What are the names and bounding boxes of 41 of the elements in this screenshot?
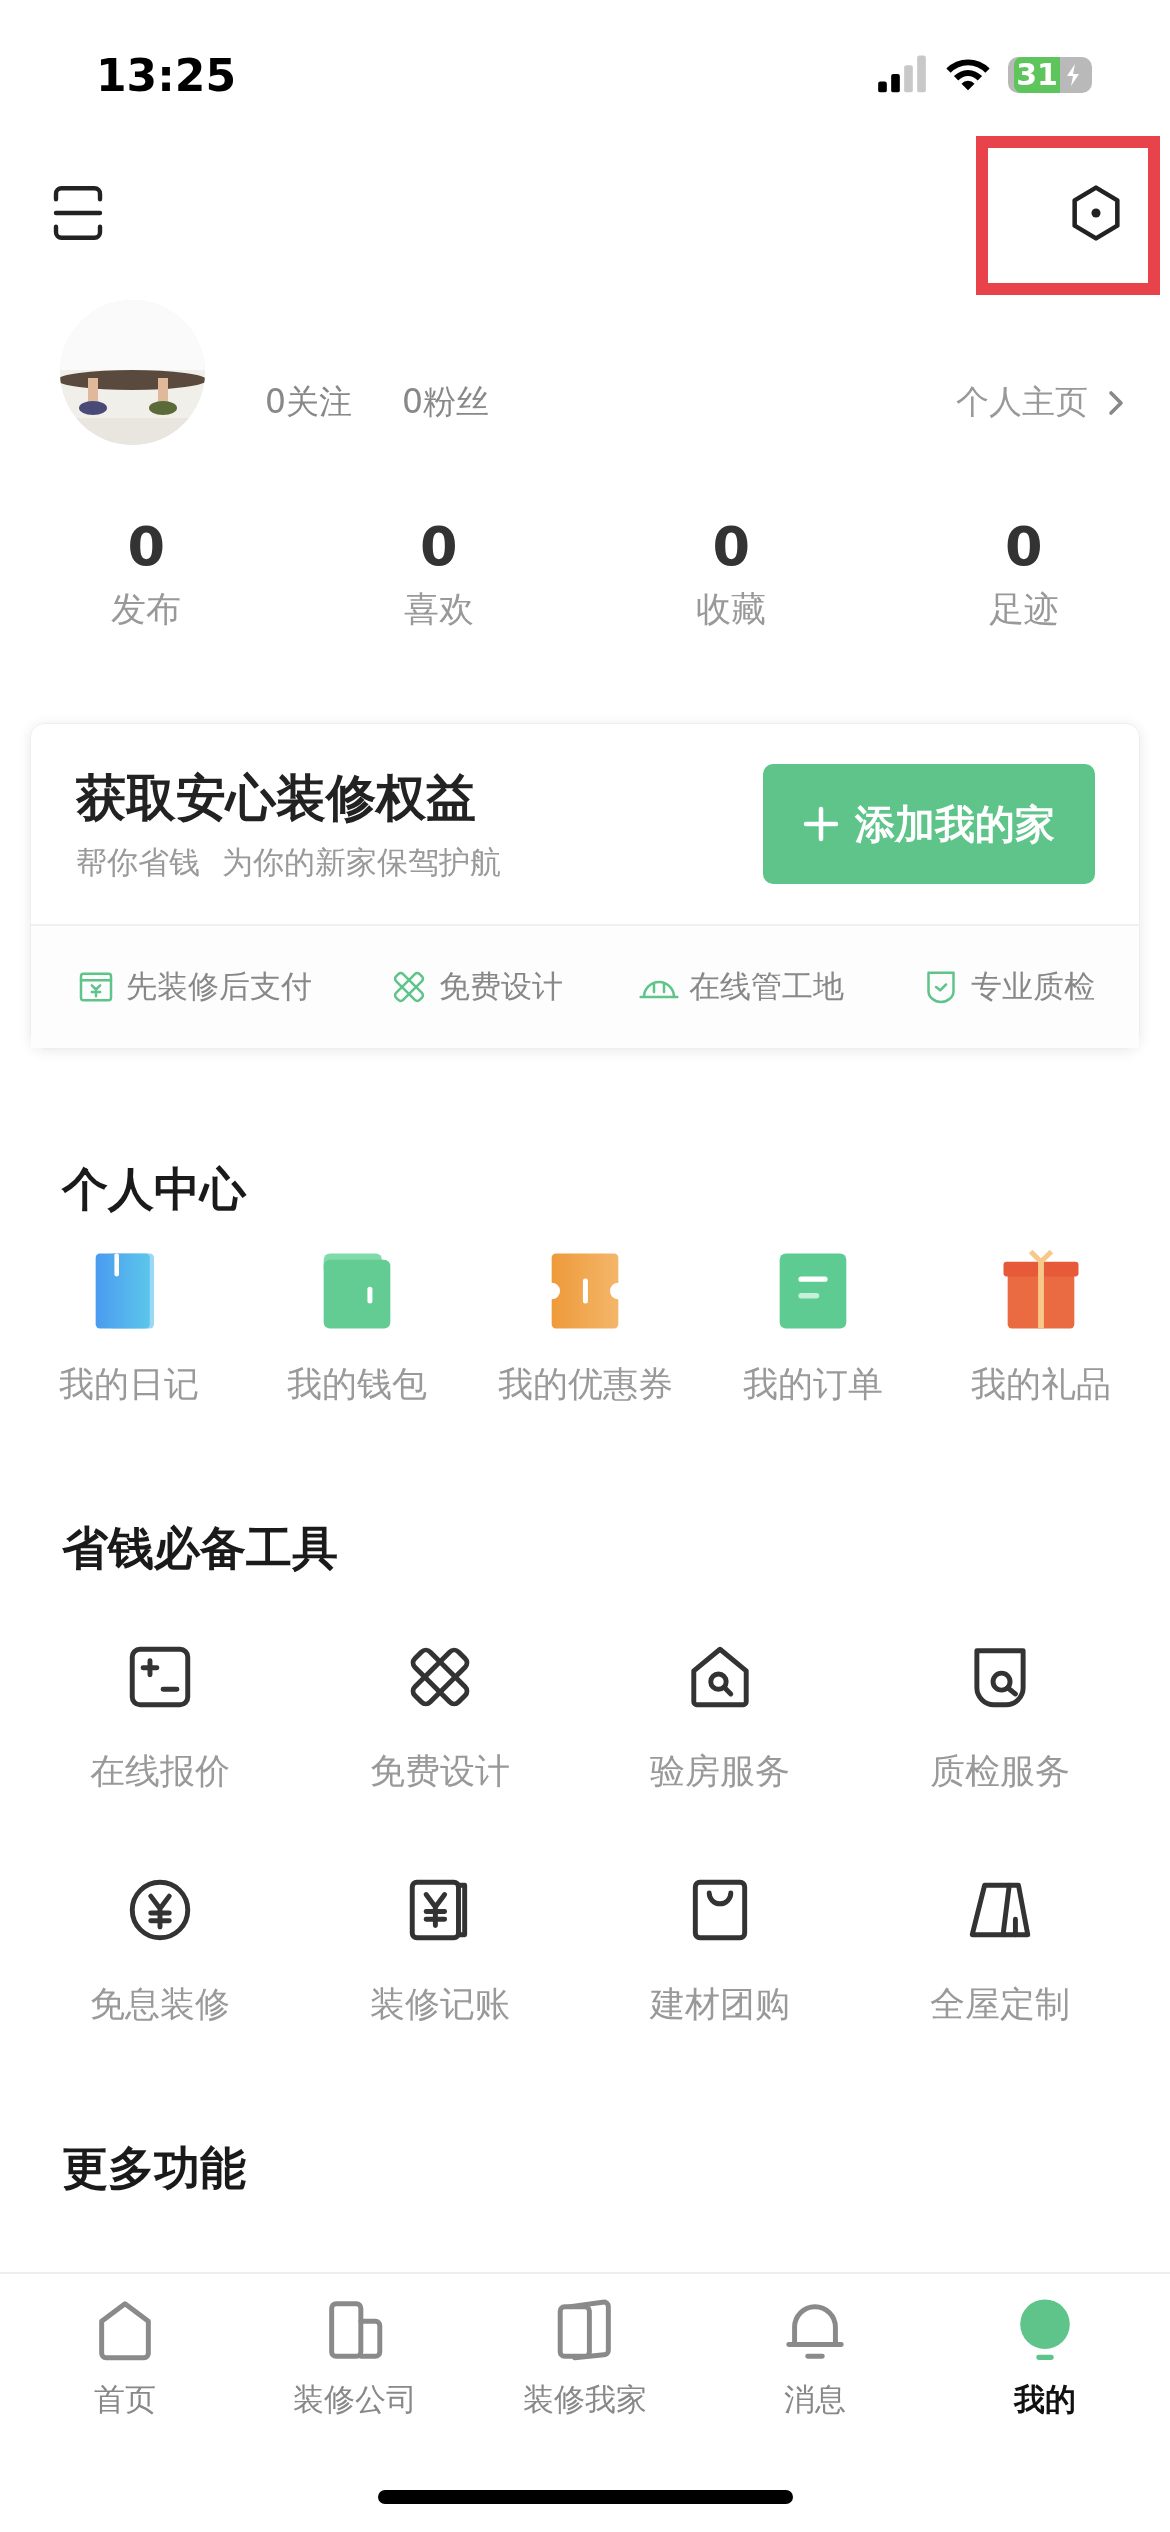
tab-item[interactable]: 消息 — [700, 2294, 930, 2444]
tab-item[interactable]: 装修我家 — [470, 2294, 700, 2444]
card-title: 获取安心装修权益 — [76, 767, 477, 829]
menu-item[interactable]: 我的优惠券 — [471, 1241, 699, 1408]
stat-label[interactable]: 发布 — [111, 586, 182, 633]
stat-label[interactable]: 足迹 — [988, 586, 1059, 633]
stat-value[interactable]: 0 — [419, 515, 458, 578]
battery-level: 31 — [1014, 57, 1060, 93]
status-time: 13:25 — [96, 49, 237, 101]
feature-label: 在线管工地 — [689, 967, 845, 1006]
tab-item[interactable]: 首页 — [10, 2294, 240, 2444]
stat-label[interactable]: 收藏 — [696, 586, 767, 633]
menu-item[interactable]: 我的订单 — [699, 1241, 927, 1408]
tool-item[interactable]: 装修记账 — [300, 1873, 580, 2028]
add-home-button[interactable]: 添加我的家 — [763, 764, 1095, 884]
tool-item[interactable]: 建材团购 — [580, 1873, 860, 2028]
menu-item[interactable]: 我的日记 — [15, 1241, 243, 1408]
stat-label[interactable]: 喜欢 — [403, 586, 474, 633]
homepage-link[interactable]: 个人主页 — [956, 380, 1130, 425]
section-title: 更多功能 — [61, 2140, 247, 2197]
tab-item[interactable]: 我的 — [930, 2294, 1160, 2444]
followers-count[interactable]: 0粉丝 — [402, 380, 489, 425]
stat-value[interactable]: 0 — [1004, 515, 1043, 578]
tool-item[interactable]: 全屋定制 — [860, 1873, 1140, 2028]
section-title: 省钱必备工具 — [61, 1520, 339, 1577]
stat-value[interactable]: 0 — [127, 515, 166, 578]
following-count[interactable]: 0关注 — [265, 380, 352, 425]
feature-label: 免费设计 — [438, 967, 563, 1006]
tool-item[interactable]: 免息装修 — [20, 1873, 300, 2028]
feature-label: 先装修后支付 — [126, 967, 312, 1006]
menu-item[interactable]: 我的礼品 — [927, 1241, 1155, 1408]
stat-value[interactable]: 0 — [712, 515, 751, 578]
card-subtitle: 帮你省钱 为你的新家保驾护航 — [76, 842, 502, 882]
tool-item[interactable]: 免费设计 — [300, 1640, 580, 1795]
tool-item[interactable]: 质检服务 — [860, 1640, 1140, 1795]
section-title: 个人中心 — [60, 1161, 248, 1218]
tab-item[interactable]: 装修公司 — [240, 2294, 470, 2444]
tool-item[interactable]: 验房服务 — [580, 1640, 860, 1795]
menu-item[interactable]: 我的钱包 — [243, 1241, 471, 1408]
feature-label: 专业质检 — [970, 967, 1095, 1006]
tool-item[interactable]: 在线报价 — [20, 1640, 300, 1795]
